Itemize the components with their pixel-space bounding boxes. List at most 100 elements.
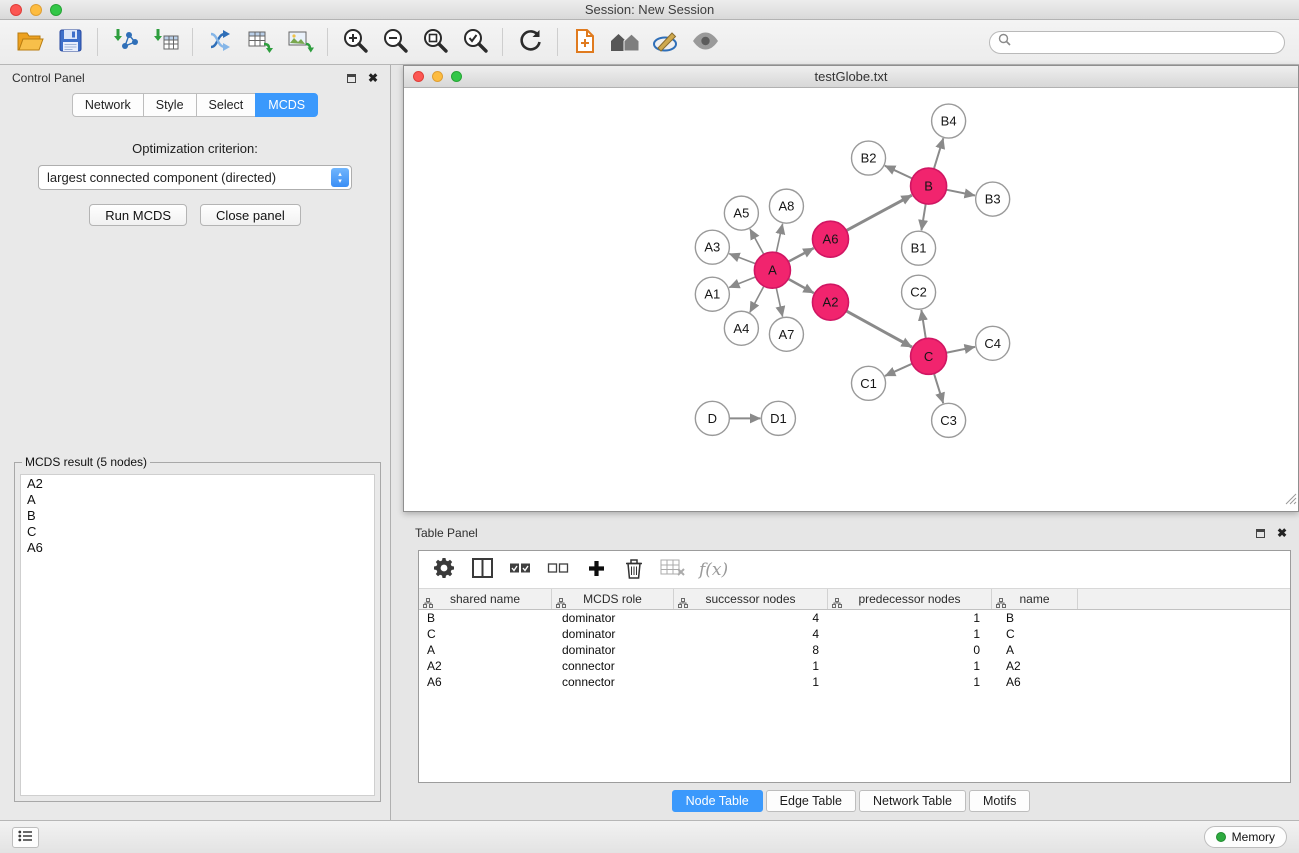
table-cell[interactable]: 1	[828, 658, 992, 674]
table-cell[interactable]: dominator	[552, 642, 674, 658]
node-B2[interactable]: B2	[852, 141, 886, 175]
table-row[interactable]: Cdominator41C	[419, 626, 1290, 642]
edge-C-C4[interactable]	[946, 346, 975, 352]
node-A6[interactable]: A6	[812, 221, 848, 257]
tab-edge-table[interactable]: Edge Table	[766, 790, 856, 812]
maximize-window-button[interactable]	[50, 4, 62, 16]
edge-A6-B[interactable]	[846, 195, 912, 230]
edge-A-A8[interactable]	[776, 223, 782, 252]
maximize-network-window-button[interactable]	[451, 71, 462, 82]
criterion-dropdown[interactable]: largest connected component (directed) ▴…	[38, 165, 352, 190]
edge-C-C3[interactable]	[934, 373, 943, 403]
delete-columns-button[interactable]	[655, 555, 689, 585]
import-table-button[interactable]	[145, 25, 185, 59]
node-A2[interactable]: A2	[812, 284, 848, 320]
save-session-button[interactable]	[50, 25, 90, 59]
table-cell[interactable]: connector	[552, 658, 674, 674]
table-cell[interactable]: A6	[419, 674, 552, 690]
table-cell[interactable]: 4	[674, 610, 828, 626]
close-control-panel-icon[interactable]: ✖	[368, 72, 378, 84]
table-cell[interactable]: dominator	[552, 610, 674, 626]
node-B4[interactable]: B4	[932, 104, 966, 138]
edge-A2-C[interactable]	[846, 310, 912, 346]
node-D[interactable]: D	[695, 401, 729, 435]
column-layout-button[interactable]	[465, 555, 499, 585]
first-neighbors-button[interactable]	[200, 25, 240, 59]
close-window-button[interactable]	[10, 4, 22, 16]
edge-C-C1[interactable]	[885, 363, 912, 375]
style-visibility-button[interactable]	[645, 25, 685, 59]
network-canvas[interactable]: AA1A2A3A4A5A6A7A8BB1B2B3B4CC1C2C3C4DD1	[404, 88, 1298, 511]
table-cell[interactable]: C	[992, 626, 1078, 642]
edge-A-A2[interactable]	[788, 278, 814, 292]
tab-node-table[interactable]: Node Table	[672, 790, 763, 812]
node-A1[interactable]: A1	[695, 277, 729, 311]
table-row[interactable]: A2connector11A2	[419, 658, 1290, 674]
table-cell[interactable]: 1	[674, 658, 828, 674]
mcds-result-item[interactable]: A2	[21, 476, 374, 492]
minimize-window-button[interactable]	[30, 4, 42, 16]
table-cell[interactable]: 1	[828, 610, 992, 626]
show-graphics-details-button[interactable]	[685, 25, 725, 59]
float-panel-icon[interactable]	[347, 74, 356, 83]
zoom-in-button[interactable]	[335, 25, 375, 59]
run-mcds-button[interactable]: Run MCDS	[89, 204, 187, 226]
column-header-shared-name[interactable]: shared name	[419, 589, 552, 609]
table-cell[interactable]: A2	[419, 658, 552, 674]
node-A[interactable]: A	[754, 252, 790, 288]
task-history-button[interactable]	[12, 827, 39, 848]
node-A5[interactable]: A5	[724, 196, 758, 230]
mcds-result-item[interactable]: A	[21, 492, 374, 508]
node-C3[interactable]: C3	[932, 403, 966, 437]
table-cell[interactable]: A	[992, 642, 1078, 658]
zoom-selected-button[interactable]	[455, 25, 495, 59]
tab-style[interactable]: Style	[143, 93, 196, 117]
export-image-button[interactable]	[280, 25, 320, 59]
table-cell[interactable]: B	[419, 610, 552, 626]
node-D1[interactable]: D1	[761, 401, 795, 435]
tab-network-table[interactable]: Network Table	[859, 790, 966, 812]
add-row-button[interactable]	[579, 555, 613, 585]
table-cell[interactable]: A2	[992, 658, 1078, 674]
tab-select[interactable]: Select	[196, 93, 256, 117]
node-A7[interactable]: A7	[769, 317, 803, 351]
mcds-result-item[interactable]: C	[21, 524, 374, 540]
search-box[interactable]	[989, 31, 1285, 54]
edge-B-B4[interactable]	[934, 138, 943, 169]
close-table-panel-icon[interactable]: ✖	[1277, 527, 1287, 539]
node-C4[interactable]: C4	[976, 326, 1010, 360]
table-cell[interactable]: 4	[674, 626, 828, 642]
table-cell[interactable]: 1	[674, 674, 828, 690]
float-table-panel-icon[interactable]	[1256, 529, 1265, 538]
node-A3[interactable]: A3	[695, 230, 729, 264]
table-row[interactable]: A6connector11A6	[419, 674, 1290, 690]
close-panel-button[interactable]: Close panel	[200, 204, 301, 226]
edge-A-A6[interactable]	[788, 248, 813, 262]
edge-A-A3[interactable]	[729, 253, 755, 263]
edge-A-A5[interactable]	[750, 229, 764, 254]
home-button[interactable]	[605, 25, 645, 59]
import-network-button[interactable]	[105, 25, 145, 59]
node-C2[interactable]: C2	[902, 275, 936, 309]
zoom-out-button[interactable]	[375, 25, 415, 59]
table-cell[interactable]: dominator	[552, 626, 674, 642]
export-network-button[interactable]	[565, 25, 605, 59]
node-B3[interactable]: B3	[976, 182, 1010, 216]
node-C1[interactable]: C1	[852, 366, 886, 400]
node-A4[interactable]: A4	[724, 311, 758, 345]
mcds-result-item[interactable]: B	[21, 508, 374, 524]
node-B[interactable]: B	[911, 168, 947, 204]
node-C[interactable]: C	[911, 338, 947, 374]
open-session-button[interactable]	[10, 25, 50, 59]
edge-A-A4[interactable]	[750, 286, 764, 312]
delete-rows-button[interactable]	[617, 555, 651, 585]
column-header-MCDS-role[interactable]: MCDS role	[552, 589, 674, 609]
table-cell[interactable]: A6	[992, 674, 1078, 690]
tab-network[interactable]: Network	[72, 93, 143, 117]
select-all-rows-button[interactable]	[503, 555, 537, 585]
export-table-button[interactable]	[240, 25, 280, 59]
table-cell[interactable]: 0	[828, 642, 992, 658]
table-cell[interactable]: 1	[828, 674, 992, 690]
table-cell[interactable]: connector	[552, 674, 674, 690]
close-network-window-button[interactable]	[413, 71, 424, 82]
